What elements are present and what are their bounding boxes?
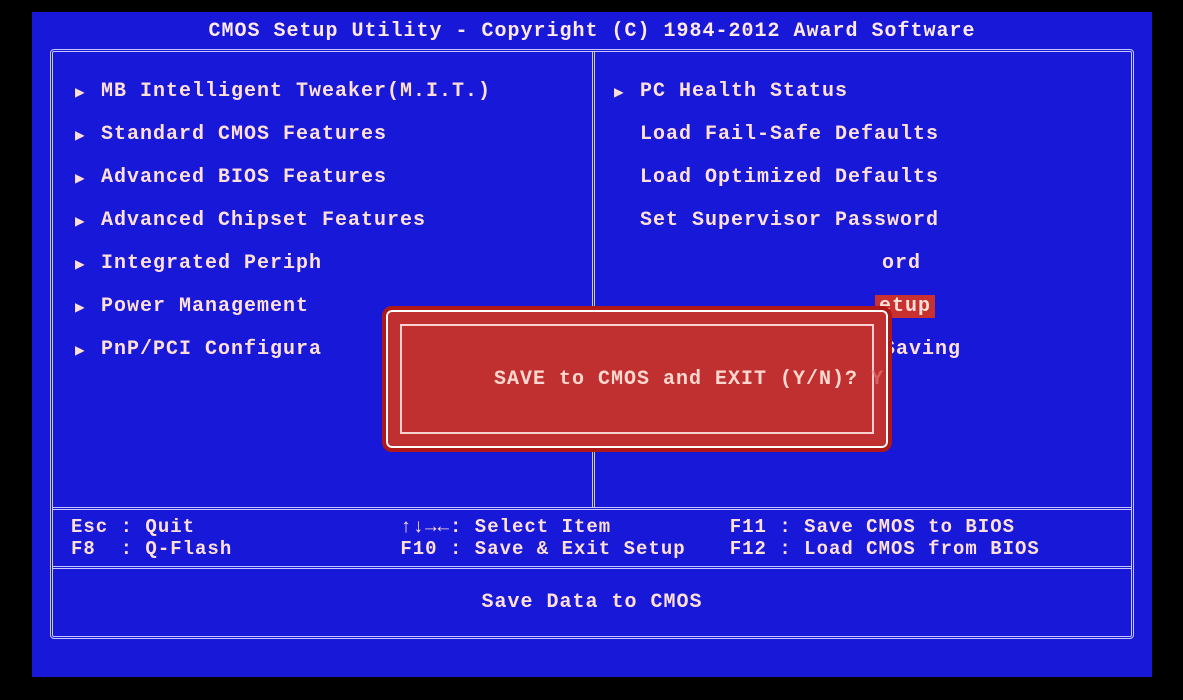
confirm-dialog[interactable]: SAVE to CMOS and EXIT (Y/N)? Y — [382, 306, 892, 452]
menu-tail: Saving — [883, 338, 961, 361]
help-text: Save Data to CMOS — [481, 591, 702, 614]
menu-label: PC Health Status — [640, 80, 848, 103]
menu-label: Load Fail-Safe Defaults — [640, 123, 939, 146]
hint-col-1: Esc : Quit F8 : Q-Flash — [71, 516, 390, 560]
menu-item-pc-health[interactable]: ▶ PC Health Status — [614, 70, 1121, 113]
chevron-right-icon: ▶ — [75, 254, 91, 274]
page-title: CMOS Setup Utility - Copyright (C) 1984-… — [32, 12, 1152, 49]
chevron-right-icon: ▶ — [75, 168, 91, 188]
hints-row: Esc : Quit F8 : Q-Flash ↑↓→←: Select Ite… — [53, 507, 1131, 566]
menu-label: Standard CMOS Features — [101, 123, 387, 146]
menu-label: MB Intelligent Tweaker(M.I.T.) — [101, 80, 491, 103]
menu-item-advanced-chipset[interactable]: ▶ Advanced Chipset Features — [75, 199, 582, 242]
menu-label: Integrated Periph — [101, 252, 322, 275]
chevron-right-icon: ▶ — [614, 82, 630, 102]
menu-item-load-optimized[interactable]: ▶ Load Optimized Defaults — [614, 156, 1121, 199]
menu-label: Load Optimized Defaults — [640, 166, 939, 189]
menu-item-standard-cmos[interactable]: ▶ Standard CMOS Features — [75, 113, 582, 156]
menu-item-supervisor-pw[interactable]: ▶ Set Supervisor Password — [614, 199, 1121, 242]
menu-label: Power Management — [101, 295, 309, 318]
menu-label: Advanced BIOS Features — [101, 166, 387, 189]
chevron-right-icon: ▶ — [75, 125, 91, 145]
dialog-inner: SAVE to CMOS and EXIT (Y/N)? Y — [400, 324, 874, 434]
hint-col-2: ↑↓→←: Select Item F10 : Save & Exit Setu… — [400, 516, 719, 560]
bios-screen: CMOS Setup Utility - Copyright (C) 1984-… — [32, 12, 1152, 677]
menu-label: Set Supervisor Password — [640, 209, 939, 232]
chevron-right-icon: ▶ — [75, 340, 91, 360]
chevron-right-icon: ▶ — [75, 82, 91, 102]
help-bar: Save Data to CMOS — [53, 566, 1131, 636]
menu-item-load-failsafe[interactable]: ▶ Load Fail-Safe Defaults — [614, 113, 1121, 156]
dialog-input[interactable]: Y — [871, 368, 884, 391]
chevron-right-icon: ▶ — [75, 297, 91, 317]
menu-item-advanced-bios[interactable]: ▶ Advanced BIOS Features — [75, 156, 582, 199]
menu-item-integrated-periph[interactable]: ▶ Integrated Periph — [75, 242, 582, 285]
menu-tail: ord — [882, 252, 921, 275]
dialog-prompt: SAVE to CMOS and EXIT (Y/N)? Y — [390, 345, 884, 414]
dialog-prompt-text: SAVE to CMOS and EXIT (Y/N)? — [494, 368, 871, 391]
hint-col-3: F11 : Save CMOS to BIOS F12 : Load CMOS … — [730, 516, 1113, 560]
menu-item-user-pw-partial[interactable]: ord — [614, 242, 1121, 285]
menu-label: PnP/PCI Configura — [101, 338, 322, 361]
chevron-right-icon: ▶ — [75, 211, 91, 231]
menu-item-mit[interactable]: ▶ MB Intelligent Tweaker(M.I.T.) — [75, 70, 582, 113]
menu-label: Advanced Chipset Features — [101, 209, 426, 232]
